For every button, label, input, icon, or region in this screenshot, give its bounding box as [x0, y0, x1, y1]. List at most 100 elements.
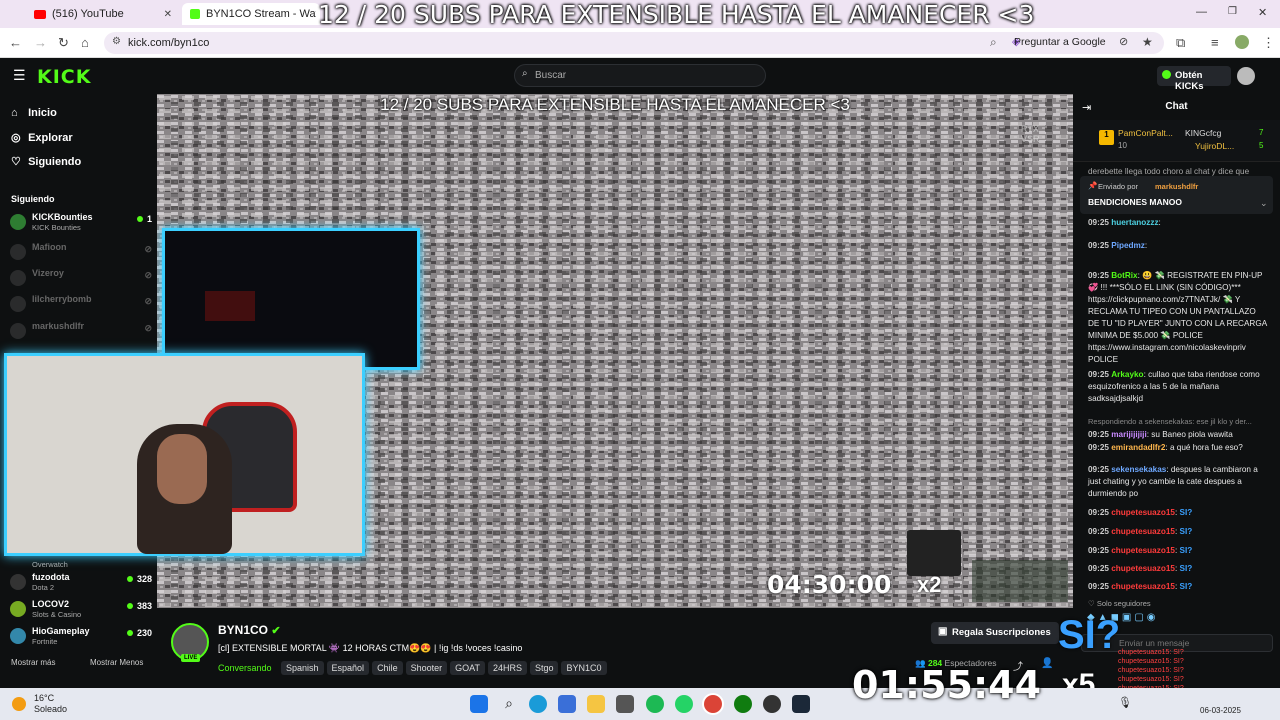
search-placeholder: Buscar	[535, 70, 567, 81]
tag[interactable]: Español	[326, 661, 370, 675]
site-info-icon[interactable]: ⚙	[112, 36, 121, 47]
screen: (516) YouTube ✕ BYN1CO Stream - Watch Li…	[0, 0, 1280, 720]
store-icon[interactable]	[558, 695, 576, 713]
category-link[interactable]: Conversando	[218, 663, 272, 673]
search-input[interactable]: ⌕ Buscar	[514, 64, 766, 87]
chat-text: : 😃 💸 REGISTRATE EN PIN-UP 💞 !!! ***SÓLO…	[1088, 271, 1267, 364]
chat-username[interactable]: BotRix	[1111, 271, 1137, 280]
profile-avatar[interactable]	[1235, 35, 1249, 49]
tag[interactable]: Shooter	[405, 661, 448, 675]
close-icon[interactable]: ✕	[164, 9, 172, 20]
chat-username[interactable]: huertanozzz	[1111, 218, 1158, 227]
get-kicks-button[interactable]: Obtén KICKs	[1157, 66, 1231, 92]
maximize-icon[interactable]: ❐	[1228, 6, 1237, 17]
viewer-count: 328	[126, 574, 152, 584]
nav-home[interactable]: ⌂ Inicio	[11, 107, 57, 119]
tag[interactable]: Chile	[372, 661, 403, 675]
reply-indicator: Respondiendo a sekensekakas: ese jil klo…	[1088, 417, 1252, 426]
chat-username[interactable]: sekensekakas	[1111, 465, 1166, 474]
show-less-button[interactable]: Mostrar Menos	[90, 658, 143, 667]
show-more-button[interactable]: Mostrar más	[11, 658, 55, 667]
tag[interactable]: BYN1C0	[561, 661, 607, 675]
chat-username[interactable]: emirandadlfr2	[1111, 443, 1165, 452]
chat-username[interactable]: chupetesuazo15	[1111, 582, 1175, 591]
nav-following[interactable]: ♡ Siguiendo	[11, 155, 81, 168]
mic-icon[interactable]: 🎙	[1118, 696, 1132, 709]
channel-name: LOCOV2	[32, 599, 70, 609]
pin-icon: 📌	[1088, 181, 1098, 190]
spotify-icon[interactable]	[646, 695, 664, 713]
chat-username[interactable]: Pipedmz	[1111, 241, 1145, 250]
chrome-icon[interactable]	[704, 695, 722, 713]
forward-icon[interactable]: →	[34, 35, 47, 51]
chat-username[interactable]: chupetesuazo15	[1111, 546, 1175, 555]
whatsapp-icon[interactable]	[675, 695, 693, 713]
search-icon[interactable]: ⌕	[500, 695, 518, 713]
partial-game-label: Overwatch	[32, 560, 68, 569]
home-icon: ⌂	[11, 107, 18, 119]
chat-username[interactable]: marijijijiji	[1111, 430, 1147, 439]
channel-item[interactable]: fuzodota Dota 2 328	[10, 572, 152, 594]
get-kicks-label: Obtén KICKs	[1175, 70, 1204, 92]
window-close-icon[interactable]: ✕	[1258, 6, 1267, 19]
tag[interactable]: Stgo	[529, 661, 559, 675]
pinned-message[interactable]: 📌 Enviado por markushdlfr BENDICIONES MA…	[1080, 176, 1273, 214]
tag[interactable]: GOAT	[450, 661, 485, 675]
channel-item[interactable]: markushdlfr ⊘	[10, 321, 152, 343]
kick-logo[interactable]: KICK	[37, 66, 91, 88]
person-icon[interactable]: 👤	[1041, 658, 1053, 669]
chat-username[interactable]: chupetesuazo15	[1111, 527, 1175, 536]
media-icon[interactable]: ≡	[1211, 35, 1219, 51]
channel-item[interactable]: LOCOV2 Slots & Casino 383	[10, 599, 152, 621]
menu-kebab-icon[interactable]: ⋮	[1262, 35, 1275, 51]
tag[interactable]: 24HRS	[487, 661, 527, 675]
channel-name: fuzodota	[32, 572, 70, 582]
channel-item[interactable]: KICKBounties KICK Bounties 1	[10, 212, 152, 234]
zoom-icon[interactable]: ⌕	[990, 35, 997, 50]
browser-toolbar: ← → ↻ ⌂ ⚙ kick.com/byn1co ⌕ ◈ ★ ⊘ Pregun…	[0, 28, 1280, 58]
chat-message: 09:25 chupetesuazo15: SI?	[1088, 581, 1268, 593]
hamburger-icon[interactable]: ☰	[13, 67, 26, 84]
si-overlay-text: SI?	[1058, 613, 1121, 657]
chat-message: 09:25 Arkayko: cullao que taba riendose …	[1088, 369, 1268, 405]
live-dot-icon	[126, 630, 133, 636]
bookmark-star-icon[interactable]: ★	[1142, 35, 1153, 49]
live-badge: LIVE	[181, 654, 201, 662]
chat-username[interactable]: Arkayko	[1111, 370, 1143, 379]
app-icon[interactable]	[616, 695, 634, 713]
steam-icon[interactable]	[792, 695, 810, 713]
tab-youtube[interactable]: (516) YouTube ✕	[26, 3, 178, 25]
followers-only-label: ♡ Solo seguidores	[1088, 599, 1151, 608]
back-icon[interactable]: ←	[9, 35, 22, 51]
eye-off-icon[interactable]: ⊘	[1119, 35, 1128, 48]
home-icon[interactable]: ⌂	[81, 35, 89, 51]
nav-explore[interactable]: ◎ Explorar	[11, 131, 73, 144]
chat-message: 09:25 emirandadlfr2: a qué hora fue eso?	[1088, 442, 1268, 454]
tag[interactable]: Spanish	[281, 661, 324, 675]
edge-icon[interactable]	[529, 695, 547, 713]
gift-subs-button[interactable]: ▣ Regala Suscripciones	[931, 622, 1059, 644]
channel-item[interactable]: Vizeroy ⊘	[10, 268, 152, 290]
folder-icon[interactable]	[587, 695, 605, 713]
ask-google-button[interactable]: Preguntar a Google	[1014, 36, 1106, 48]
user-avatar[interactable]	[1237, 67, 1255, 85]
timestamp: 09:25	[1088, 546, 1109, 555]
chevron-down-icon[interactable]: ⌄	[1260, 198, 1268, 209]
channel-item[interactable]: HioGameplay Fortnite 230	[10, 626, 152, 648]
tab-kick[interactable]: BYN1CO Stream - Watch Li	[182, 3, 320, 25]
streamer-name[interactable]: BYN1CO ✔	[218, 623, 281, 637]
address-bar[interactable]: ⚙ kick.com/byn1co ⌕ ◈ ★ ⊘	[104, 32, 1164, 54]
channel-item[interactable]: lilcherrybomb ⊘	[10, 294, 152, 316]
channel-item[interactable]: Mafioon ⊘	[10, 242, 152, 264]
windows-start-icon[interactable]	[470, 695, 488, 713]
chat-username[interactable]: chupetesuazo15	[1111, 508, 1175, 517]
obs-icon[interactable]	[763, 695, 781, 713]
chat-title: Chat	[1165, 101, 1188, 112]
rtx-vsr-label: RTX VSR	[1021, 124, 1040, 144]
xbox-icon[interactable]	[734, 695, 752, 713]
chat-username[interactable]: chupetesuazo15	[1111, 564, 1175, 573]
extensions-icon[interactable]: ⧉	[1176, 35, 1185, 51]
pinned-text: BENDICIONES MANOO	[1088, 197, 1182, 207]
reload-icon[interactable]: ↻	[58, 35, 69, 51]
minimize-icon[interactable]: —	[1196, 6, 1207, 18]
